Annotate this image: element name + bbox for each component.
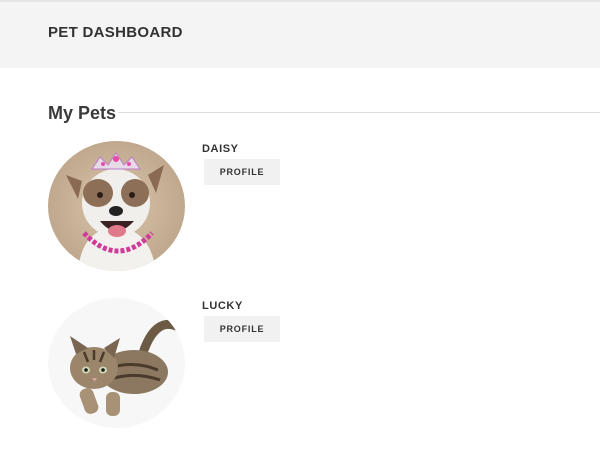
section-divider xyxy=(118,112,600,113)
app-title: PET DASHBOARD xyxy=(48,24,183,41)
top-header-bar: PET DASHBOARD xyxy=(0,0,600,68)
pet-avatar-daisy[interactable] xyxy=(48,141,185,271)
pet-name-daisy: DAISY xyxy=(202,143,239,155)
profile-button-lucky[interactable]: PROFILE xyxy=(204,316,280,342)
kitten-photo-icon xyxy=(48,298,185,428)
dog-photo-icon xyxy=(48,141,185,271)
section-title: My Pets xyxy=(48,103,117,123)
profile-button-daisy[interactable]: PROFILE xyxy=(204,159,280,185)
pet-name-lucky: LUCKY xyxy=(202,300,243,312)
pet-card-lucky: LUCKY PROFILE xyxy=(48,298,588,438)
pet-avatar-lucky[interactable] xyxy=(48,298,185,428)
pet-card-daisy: DAISY PROFILE xyxy=(48,141,588,281)
